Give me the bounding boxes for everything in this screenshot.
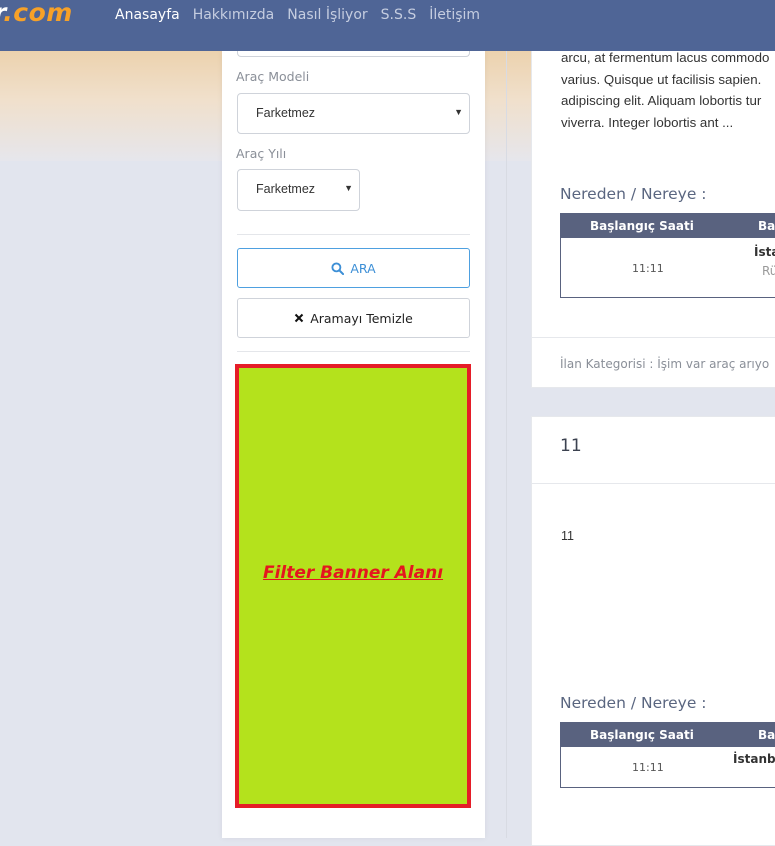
start-place-value: İstanb (733, 752, 775, 766)
chevron-down-icon: ▼ (344, 183, 353, 193)
listing-description: 11 (561, 529, 574, 543)
car-model-label: Araç Modeli (236, 69, 310, 84)
clear-search-label: Aramayı Temizle (310, 310, 413, 326)
route-table: Başlangıç Saati Ba 11:11 İsta Rü (560, 213, 775, 298)
route-table-header: Başlangıç Saati Ba (561, 723, 775, 747)
divider (237, 234, 470, 235)
chevron-down-icon: ▼ (454, 107, 463, 117)
header-start-place: Ba (758, 728, 775, 742)
nav-menu: Anasayfa Hakkımızda Nasıl İşliyor S.S.S … (115, 7, 493, 23)
listing-card[interactable]: arcu, at fermentum lacus commodo varius.… (531, 40, 775, 388)
description-line: varius. Quisque ut facilisis sapien. (561, 71, 762, 87)
header-start-time: Başlangıç Saati (590, 219, 694, 233)
start-place-sub: Rü (762, 264, 775, 278)
listing-description: arcu, at fermentum lacus commodo varius.… (561, 47, 775, 133)
logo-text-domain: .com (3, 0, 73, 27)
description-line: viverra. Integer lobortis ant ... (561, 114, 734, 130)
start-time-value: 11:11 (632, 761, 664, 774)
start-place-value: İsta (754, 245, 775, 259)
clear-search-button[interactable]: Aramayı Temizle (237, 298, 470, 338)
search-icon (331, 261, 345, 275)
car-year-value: Farketmez (256, 182, 316, 196)
route-title: Nereden / Nereye : (560, 185, 707, 203)
start-time-value: 11:11 (632, 262, 664, 275)
search-button-label: ARA (350, 260, 376, 276)
nav-item-iletisim[interactable]: İletişim (429, 7, 480, 23)
divider (237, 351, 470, 352)
card-divider (532, 337, 775, 338)
nav-item-sss[interactable]: S.S.S (381, 7, 417, 23)
top-navbar: r.com Anasayfa Hakkımızda Nasıl İşliyor … (0, 0, 775, 51)
listing-card[interactable]: 11 11 Nereden / Nereye : Başlangıç Saati… (531, 416, 775, 846)
nav-item-anasayfa[interactable]: Anasayfa (115, 7, 180, 23)
column-divider (506, 51, 507, 838)
car-model-value: Farketmez (256, 106, 316, 120)
header-start-place: Ba (758, 219, 775, 233)
car-year-label: Araç Yılı (236, 146, 287, 161)
header-start-time: Başlangıç Saati (590, 728, 694, 742)
site-logo[interactable]: r.com (0, 0, 73, 27)
description-line: adipiscing elit. Aliquam lobortis tur (561, 93, 762, 108)
car-year-select[interactable]: Farketmez ▼ (237, 169, 360, 211)
listing-category: İlan Kategorisi : İşim var araç arıyo (560, 357, 770, 371)
card-divider (532, 483, 775, 484)
filter-sidebar: Araç Modeli Farketmez ▼ Araç Yılı Farket… (222, 47, 485, 838)
route-table: Başlangıç Saati Ba 11:11 İstanb (560, 722, 775, 788)
route-title: Nereden / Nereye : (560, 694, 707, 712)
route-table-header: Başlangıç Saati Ba (561, 214, 775, 238)
nav-item-nasil-isliyor[interactable]: Nasıl İşliyor (287, 7, 367, 23)
search-button[interactable]: ARA (237, 248, 470, 288)
nav-item-hakkimizda[interactable]: Hakkımızda (193, 7, 275, 23)
banner-text: Filter Banner Alanı (262, 563, 444, 583)
car-model-select[interactable]: Farketmez ▼ (237, 93, 470, 134)
listing-title[interactable]: 11 (560, 436, 582, 456)
filter-banner[interactable]: Filter Banner Alanı (235, 364, 471, 808)
close-icon (294, 313, 304, 323)
